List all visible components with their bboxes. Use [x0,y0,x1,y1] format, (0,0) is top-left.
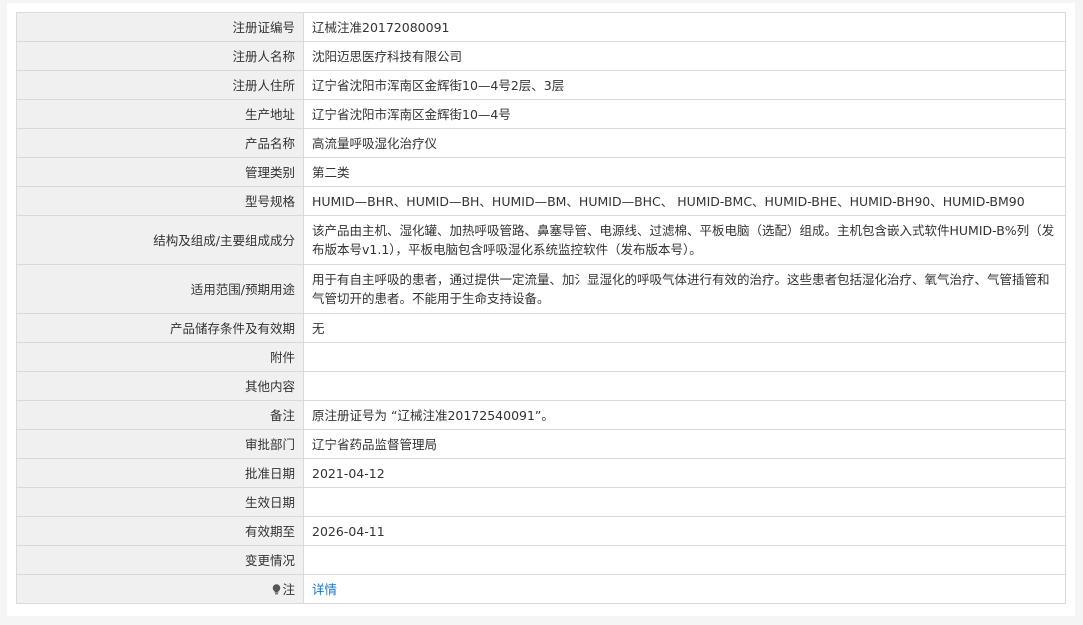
field-value [303,545,1066,575]
table-row: 其他内容 [16,371,1066,401]
field-value: 高流量呼吸湿化治疗仪 [303,128,1066,158]
field-label: 备注 [16,400,304,430]
table-row: 产品名称 高流量呼吸湿化治疗仪 [16,128,1066,158]
field-label: 注册人名称 [16,41,304,71]
table-row: 结构及组成/主要组成成分 该产品由主机、湿化罐、加热呼吸管路、鼻塞导管、电源线、… [16,215,1066,265]
field-label: 其他内容 [16,371,304,401]
field-value: 辽宁省药品监督管理局 [303,429,1066,459]
note-label: 注 [282,581,295,597]
table-row: 注 详情 [16,574,1066,604]
field-label: 注册证编号 [16,12,304,42]
field-value: 原注册证号为 “辽械注准20172540091”。 [303,400,1066,430]
field-label: 型号规格 [16,186,304,216]
field-value: 沈阳迈思医疗科技有限公司 [303,41,1066,71]
field-value [303,342,1066,372]
field-label: 适用范围/预期用途 [16,264,304,314]
table-row: 附件 [16,342,1066,372]
field-value: 辽宁省沈阳市浑南区金辉街10—4号2层、3层 [303,70,1066,100]
field-label: 产品储存条件及有效期 [16,313,304,343]
table-row: 型号规格 HUMID—BHR、HUMID—BH、HUMID—BM、HUMID—B… [16,186,1066,216]
field-label: 批准日期 [16,458,304,488]
field-label: 生产地址 [16,99,304,129]
field-value: 用于有自主呼吸的患者，通过提供一定流量、加氵显湿化的呼吸气体进行有效的治疗。这些… [303,264,1066,314]
note-value-cell: 详情 [303,574,1066,604]
table-row: 生效日期 [16,487,1066,517]
note-label-cell: 注 [16,574,304,604]
field-value: 2026-04-11 [303,516,1066,546]
table-row: 备注 原注册证号为 “辽械注准20172540091”。 [16,400,1066,430]
table-row: 注册人住所 辽宁省沈阳市浑南区金辉街10—4号2层、3层 [16,70,1066,100]
table-row: 变更情况 [16,545,1066,575]
table-row: 有效期至 2026-04-11 [16,516,1066,546]
field-value: 无 [303,313,1066,343]
field-label: 生效日期 [16,487,304,517]
table-row: 管理类别 第二类 [16,157,1066,187]
field-value [303,487,1066,517]
details-link[interactable]: 详情 [312,582,337,597]
field-value [303,371,1066,401]
table-row: 注册人名称 沈阳迈思医疗科技有限公司 [16,41,1066,71]
field-label: 注册人住所 [16,70,304,100]
field-label: 结构及组成/主要组成成分 [16,215,304,265]
table-row: 审批部门 辽宁省药品监督管理局 [16,429,1066,459]
registration-detail-table: 注册证编号 辽械注准20172080091 注册人名称 沈阳迈思医疗科技有限公司… [16,12,1066,604]
field-label: 产品名称 [16,128,304,158]
registration-detail-panel: 注册证编号 辽械注准20172080091 注册人名称 沈阳迈思医疗科技有限公司… [7,3,1075,616]
table-row: 适用范围/预期用途 用于有自主呼吸的患者，通过提供一定流量、加氵显湿化的呼吸气体… [16,264,1066,314]
table-row: 生产地址 辽宁省沈阳市浑南区金辉街10—4号 [16,99,1066,129]
field-value: 辽宁省沈阳市浑南区金辉街10—4号 [303,99,1066,129]
field-value: 2021-04-12 [303,458,1066,488]
field-value: 辽械注准20172080091 [303,12,1066,42]
field-label: 有效期至 [16,516,304,546]
table-row: 注册证编号 辽械注准20172080091 [16,12,1066,42]
field-value: 第二类 [303,157,1066,187]
field-value: HUMID—BHR、HUMID—BH、HUMID—BM、HUMID—BHC、 H… [303,186,1066,216]
field-label: 变更情况 [16,545,304,575]
light-bulb-icon [272,581,281,594]
table-row: 批准日期 2021-04-12 [16,458,1066,488]
field-label: 附件 [16,342,304,372]
field-label: 管理类别 [16,157,304,187]
table-row: 产品储存条件及有效期 无 [16,313,1066,343]
field-label: 审批部门 [16,429,304,459]
field-value: 该产品由主机、湿化罐、加热呼吸管路、鼻塞导管、电源线、过滤棉、平板电脑（选配）组… [303,215,1066,265]
